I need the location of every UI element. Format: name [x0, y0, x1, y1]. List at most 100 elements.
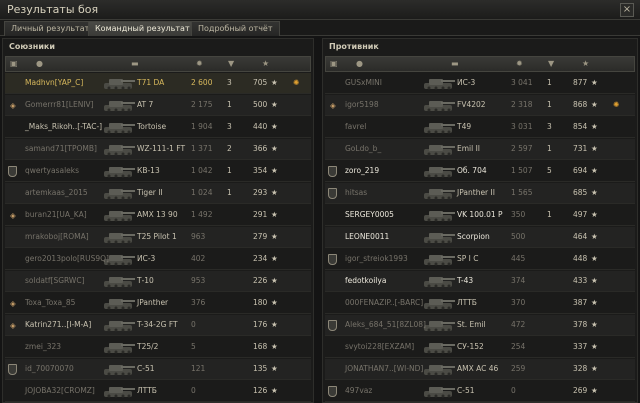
player-row[interactable]: Aleks_684_51[8ZL08] St. Emil 472 378 ★ — [325, 315, 635, 336]
allies-title: Союзники — [9, 42, 55, 51]
platoon-icon: ◈ — [10, 211, 16, 220]
tank-icon — [421, 75, 457, 91]
player-row[interactable]: mrakoboj[ROMA] T25 Pilot 1 963 279 ★ — [5, 227, 311, 248]
kills-column-icon[interactable]: ▼ — [548, 59, 554, 68]
player-row[interactable]: ◈ Toxa_Toxa_85 JPanther 376 180 ★ — [5, 293, 311, 314]
tank-column-icon[interactable]: ▬ — [131, 59, 139, 68]
tank-name: Tortoise — [137, 122, 167, 131]
allies-panel: Союзники ▣ ● ▬ ✹ ▼ ★ Madhvn[YAP_C] T71 DA… — [2, 38, 314, 403]
xp-value: 226 — [253, 276, 268, 285]
player-row[interactable]: svytoi228[EXZAM] СУ-152 254 337 ★ — [325, 337, 635, 358]
xp-star-icon: ★ — [591, 276, 598, 285]
close-button[interactable]: × — [620, 3, 634, 17]
player-name: igor5198 — [345, 100, 379, 109]
window-titlebar: Результаты боя × — [0, 0, 640, 20]
player-name: JOJOBA32[CROMZ] — [25, 386, 95, 395]
xp-value: 126 — [253, 386, 268, 395]
player-row[interactable]: fedotkoilya T-43 374 433 ★ — [325, 271, 635, 292]
tank-icon — [101, 75, 137, 91]
player-row[interactable]: JOJOBA32[CROMZ] ЛТТБ 0 126 ★ — [5, 381, 311, 402]
tank-name: WZ-111-1 FT — [137, 144, 186, 153]
player-row[interactable]: 000FENAZIP..[-BARC] ЛТТБ 370 387 ★ — [325, 293, 635, 314]
window-title: Результаты боя — [7, 3, 99, 16]
player-row[interactable]: ◈ buran21[UA_KA] AMX 13 90 1 492 291 ★ — [5, 205, 311, 226]
player-name: id_70070070 — [25, 364, 74, 373]
platoon-icon: ◈ — [330, 101, 336, 110]
player-row[interactable]: favrel T49 3 031 3 854 ★ — [325, 117, 635, 138]
xp-value: 168 — [253, 342, 268, 351]
player-column-icon[interactable]: ● — [36, 59, 43, 68]
player-row[interactable]: GUSxMINI ИС-3 3 041 1 877 ★ — [325, 73, 635, 94]
player-name: artemkaas_2015 — [25, 188, 88, 197]
player-row[interactable]: ◈ igor5198 FV4202 2 318 1 868 ★ ✺ — [325, 95, 635, 116]
damage-column-icon[interactable]: ✹ — [196, 59, 203, 68]
xp-column-icon[interactable]: ★ — [262, 59, 269, 68]
player-row[interactable]: GoLdo_b_ Emil II 2 597 1 731 ★ — [325, 139, 635, 160]
tank-icon — [421, 273, 457, 289]
damage-value: 370 — [511, 298, 526, 307]
kills-value: 3 — [227, 122, 232, 131]
kills-value: 3 — [547, 122, 552, 131]
xp-value: 328 — [573, 364, 588, 373]
damage-value: 5 — [191, 342, 196, 351]
damage-value: 953 — [191, 276, 206, 285]
player-row[interactable]: SERGEY0005 VK 100.01 P 350 1 497 ★ — [325, 205, 635, 226]
tank-column-icon[interactable]: ▬ — [451, 59, 459, 68]
player-name: Toxa_Toxa_85 — [25, 298, 76, 307]
xp-value: 279 — [253, 232, 268, 241]
xp-star-icon: ★ — [591, 144, 598, 153]
player-row[interactable]: LEONE0011 Scorpion 500 464 ★ — [325, 227, 635, 248]
rank-badge-icon — [328, 386, 337, 397]
player-row[interactable]: _Maks_Rikoh..[-TAC-] Tortoise 1 904 3 440 ★ — [5, 117, 311, 138]
damage-column-icon[interactable]: ✹ — [516, 59, 523, 68]
damage-value: 374 — [511, 276, 526, 285]
player-row[interactable]: samand71[TPOMB] WZ-111-1 FT 1 371 2 366 ★ — [5, 139, 311, 160]
xp-value: 685 — [573, 188, 588, 197]
damage-value: 2 597 — [511, 144, 533, 153]
player-row[interactable]: soldatf[SGRWC] Т-10 953 226 ★ — [5, 271, 311, 292]
player-row[interactable]: artemkaas_2015 Tiger II 1 024 1 293 ★ — [5, 183, 311, 204]
tab-detailed-report[interactable]: Подробный отчёт — [191, 21, 280, 36]
player-name: 000FENAZIP..[-BARC] — [345, 298, 424, 307]
player-row[interactable]: zoro_219 Об. 704 1 507 5 694 ★ — [325, 161, 635, 182]
damage-value: 472 — [511, 320, 526, 329]
player-row[interactable]: gero2013polo[RUS9Q] ИС-3 402 234 ★ — [5, 249, 311, 270]
xp-value: 868 — [573, 100, 588, 109]
squad-column-icon[interactable]: ▣ — [10, 59, 18, 68]
achievement-medal-icon[interactable]: ✺ — [613, 100, 619, 109]
damage-value: 3 031 — [511, 122, 533, 131]
player-name: Aleks_684_51[8ZL08] — [345, 320, 426, 329]
player-row[interactable]: qwertyasaleks КВ-13 1 042 1 354 ★ — [5, 161, 311, 182]
achievement-medal-icon[interactable]: ✺ — [293, 78, 299, 87]
player-row[interactable]: Madhvn[YAP_C] T71 DA 2 600 3 705 ★ ✺ — [5, 73, 311, 94]
player-row[interactable]: 497vaz С-51 0 269 ★ — [325, 381, 635, 402]
xp-value: 448 — [573, 254, 588, 263]
player-name: hitsas — [345, 188, 368, 197]
tab-team-result[interactable]: Командный результат — [88, 21, 197, 36]
kills-column-icon[interactable]: ▼ — [228, 59, 234, 68]
player-row[interactable]: id_70070070 С-51 121 135 ★ — [5, 359, 311, 380]
tab-personal-result[interactable]: Личный результат — [4, 21, 97, 36]
player-row[interactable]: ◈ Gomerrr81[LENIV] AT 7 2 175 1 500 ★ — [5, 95, 311, 116]
player-row[interactable]: zmei_323 T25/2 5 168 ★ — [5, 337, 311, 358]
tank-icon — [421, 339, 457, 355]
tank-name: SP I C — [457, 254, 479, 263]
player-row[interactable]: hitsas JPanther II 1 565 685 ★ — [325, 183, 635, 204]
player-column-icon[interactable]: ● — [356, 59, 363, 68]
player-row[interactable]: ◈ Katrin271..[I-M-A] T-34-2G FT 0 176 ★ — [5, 315, 311, 336]
player-name: igor_streiok1993 — [345, 254, 408, 263]
xp-star-icon: ★ — [591, 188, 598, 197]
player-row[interactable]: igor_streiok1993 SP I C 445 448 ★ — [325, 249, 635, 270]
xp-star-icon: ★ — [271, 78, 278, 87]
tank-icon — [421, 185, 457, 201]
tank-name: T71 DA — [137, 78, 165, 87]
squad-column-icon[interactable]: ▣ — [330, 59, 338, 68]
player-row[interactable]: JONATHAN7..[WI-ND] AMX AC 46 259 328 ★ — [325, 359, 635, 380]
xp-star-icon: ★ — [591, 166, 598, 175]
tank-name: T-43 — [457, 276, 474, 285]
xp-column-icon[interactable]: ★ — [582, 59, 589, 68]
tank-name: КВ-13 — [137, 166, 160, 175]
platoon-icon: ◈ — [10, 299, 16, 308]
xp-star-icon: ★ — [271, 210, 278, 219]
tank-icon — [101, 383, 137, 399]
